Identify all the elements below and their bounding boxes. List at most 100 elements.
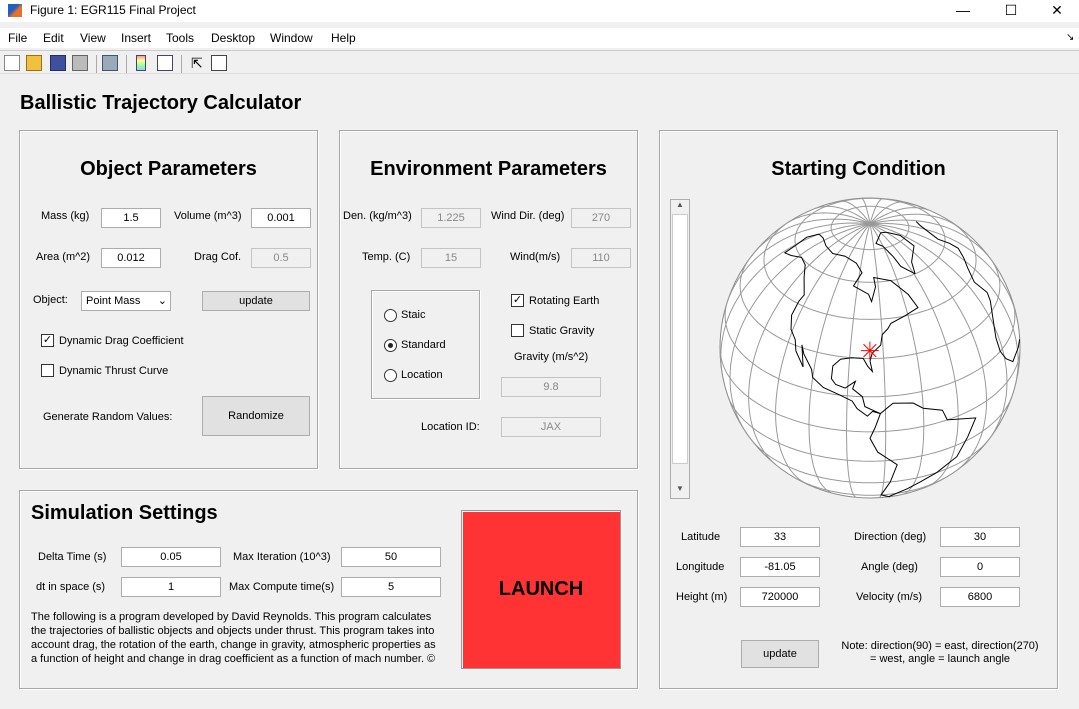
app-title: Ballistic Trajectory Calculator <box>20 92 302 114</box>
drag-label: Drag Cof. <box>194 251 242 263</box>
insert-colorbar-icon[interactable] <box>136 55 146 71</box>
dynamic-drag-label: Dynamic Drag Coefficient <box>59 335 184 347</box>
object-parameters-panel: Object Parameters Mass (kg) 1.5 Volume (… <box>19 130 318 469</box>
menu-desktop[interactable]: Desktop <box>211 31 255 45</box>
menu-insert[interactable]: Insert <box>121 31 151 45</box>
height-input[interactable]: 720000 <box>740 587 820 607</box>
globe-plot[interactable] <box>710 191 1030 511</box>
rotating-earth-label: Rotating Earth <box>529 295 600 307</box>
wind-dir-label: Wind Dir. (deg) <box>491 210 565 222</box>
radio-location[interactable] <box>384 369 397 382</box>
window-title: Figure 1: EGR115 Final Project <box>30 3 196 17</box>
dynamic-drag-checkbox[interactable]: ✓ <box>41 334 54 347</box>
radio-staic-label: Staic <box>401 309 426 321</box>
radio-standard-label: Standard <box>401 339 446 351</box>
print-icon[interactable] <box>72 55 88 71</box>
panel-title: Starting Condition <box>771 158 946 180</box>
menu-tools[interactable]: Tools <box>166 31 194 45</box>
description-text: The following is a program developed by … <box>31 611 436 665</box>
area-input[interactable]: 0.012 <box>101 248 161 268</box>
density-label: Den. (kg/m^3) <box>343 210 412 222</box>
dt-space-input[interactable]: 1 <box>121 577 221 597</box>
static-gravity-label: Static Gravity <box>529 325 595 337</box>
random-label: Generate Random Values: <box>43 411 173 423</box>
radio-standard[interactable] <box>384 339 397 352</box>
simulation-settings-panel: Simulation Settings Delta Time (s) 0.05 … <box>19 490 638 689</box>
gravity-label: Gravity (m/s^2) <box>514 351 589 363</box>
density-input: 1.225 <box>421 208 481 228</box>
randomize-button[interactable]: Randomize <box>202 396 310 436</box>
location-label: Location ID: <box>421 421 480 433</box>
mass-label: Mass (kg) <box>41 210 90 222</box>
open-file-icon[interactable] <box>26 55 42 71</box>
drag-input: 0.5 <box>251 248 311 268</box>
mass-input[interactable]: 1.5 <box>101 208 161 228</box>
property-inspector-icon[interactable] <box>211 55 227 71</box>
update-object-button[interactable]: update <box>202 291 310 311</box>
direction-label: Direction (deg) <box>854 531 927 543</box>
edit-plot-arrow-icon[interactable]: ⇱ <box>191 55 203 72</box>
rotating-earth-checkbox[interactable]: ✓ <box>511 294 524 307</box>
velocity-input[interactable]: 6800 <box>940 587 1020 607</box>
volume-input[interactable]: 0.001 <box>251 208 311 228</box>
radio-staic[interactable] <box>384 309 397 322</box>
chevron-down-icon: ⌄ <box>157 295 167 307</box>
starting-condition-panel: Starting Condition ▲ ▼ Latitude 33 Longi… <box>659 130 1058 689</box>
height-label: Height (m) <box>676 591 728 603</box>
title-bar: Figure 1: EGR115 Final Project — ☐ ✕ <box>0 0 1079 22</box>
direction-input[interactable]: 30 <box>940 527 1020 547</box>
scroll-thumb[interactable] <box>672 214 688 464</box>
vertical-scrollbar[interactable]: ▲ ▼ <box>670 199 690 499</box>
panel-title: Simulation Settings <box>31 502 218 524</box>
link-plot-icon[interactable] <box>102 55 118 71</box>
insert-legend-icon[interactable] <box>157 55 173 71</box>
delta-time-input[interactable]: 0.05 <box>121 547 221 567</box>
scroll-down-icon[interactable]: ▼ <box>671 484 689 498</box>
dock-arrow-icon[interactable]: ↘ <box>1066 32 1074 43</box>
object-label: Object: <box>33 294 68 306</box>
velocity-label: Velocity (m/s) <box>856 591 923 603</box>
area-label: Area (m^2) <box>36 251 91 263</box>
toolbar: ⇱ <box>0 50 1079 74</box>
delta-time-label: Delta Time (s) <box>38 551 107 563</box>
wind-input: 110 <box>571 248 631 268</box>
panel-title: Object Parameters <box>80 158 257 180</box>
menu-file[interactable]: File <box>8 31 27 45</box>
max-iteration-label: Max Iteration (10^3) <box>233 551 331 563</box>
object-select-value: Point Mass <box>86 295 141 307</box>
angle-input[interactable]: 0 <box>940 557 1020 577</box>
menu-help[interactable]: Help <box>331 31 356 45</box>
gravity-input: 9.8 <box>501 377 601 397</box>
update-start-button[interactable]: update <box>741 640 819 668</box>
atmosphere-radio-group: Staic Standard Location <box>371 290 480 399</box>
dt-space-label: dt in space (s) <box>36 581 106 593</box>
max-iteration-input[interactable]: 50 <box>341 547 441 567</box>
object-select[interactable]: Point Mass ⌄ <box>81 291 171 311</box>
matlab-logo-icon <box>8 4 22 17</box>
angle-label: Angle (deg) <box>861 561 918 573</box>
radio-location-label: Location <box>401 369 443 381</box>
save-icon[interactable] <box>50 55 66 71</box>
maximize-button[interactable]: ☐ <box>988 0 1034 22</box>
environment-parameters-panel: Environment Parameters Den. (kg/m^3) 1.2… <box>339 130 638 469</box>
longitude-input[interactable]: -81.05 <box>740 557 820 577</box>
longitude-label: Longitude <box>676 561 725 573</box>
scroll-up-icon[interactable]: ▲ <box>671 200 689 214</box>
volume-label: Volume (m^3) <box>174 210 242 222</box>
menu-window[interactable]: Window <box>270 31 313 45</box>
launch-button[interactable]: LAUNCH <box>461 510 621 669</box>
menu-edit[interactable]: Edit <box>43 31 64 45</box>
menu-view[interactable]: View <box>80 31 106 45</box>
wind-dir-input: 270 <box>571 208 631 228</box>
note-text: Note: direction(90) = east, direction(27… <box>841 640 1039 665</box>
max-compute-input[interactable]: 5 <box>341 577 441 597</box>
close-button[interactable]: ✕ <box>1034 0 1079 22</box>
minimize-button[interactable]: — <box>940 0 986 22</box>
dynamic-thrust-checkbox[interactable] <box>41 364 54 377</box>
location-input: JAX <box>501 417 601 437</box>
max-compute-label: Max Compute time(s) <box>229 581 335 593</box>
new-figure-icon[interactable] <box>4 55 20 71</box>
dynamic-thrust-label: Dynamic Thrust Curve <box>59 365 169 377</box>
latitude-input[interactable]: 33 <box>740 527 820 547</box>
static-gravity-checkbox[interactable] <box>511 324 524 337</box>
